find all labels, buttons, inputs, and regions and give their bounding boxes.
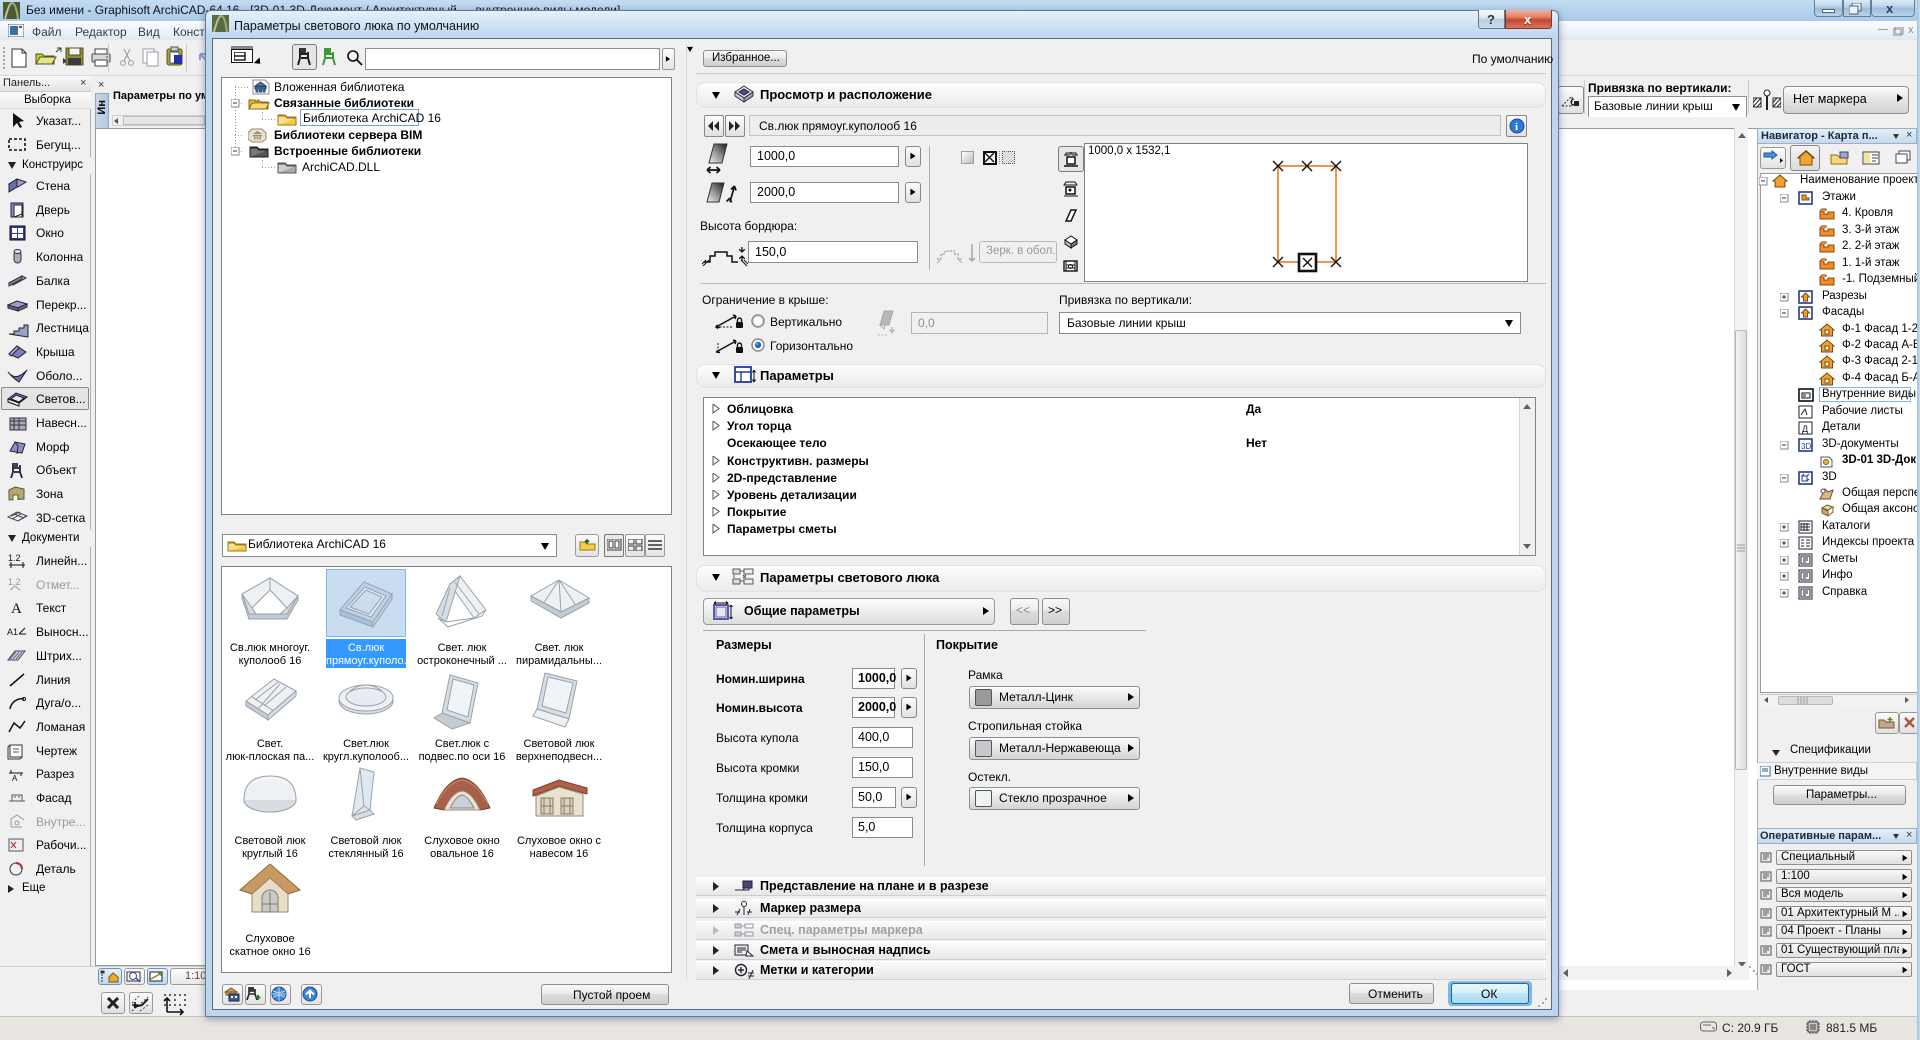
svg-text:A: A [11,601,22,617]
svg-text:3D: 3D [1801,442,1811,451]
svg-text:Д: Д [1802,424,1808,434]
svg-text:A: A [12,774,18,783]
svg-text:i: i [1515,121,1518,133]
svg-text:1.2: 1.2 [8,553,21,563]
svg-text:A1: A1 [7,627,18,637]
svg-text:1.2: 1.2 [8,577,21,587]
